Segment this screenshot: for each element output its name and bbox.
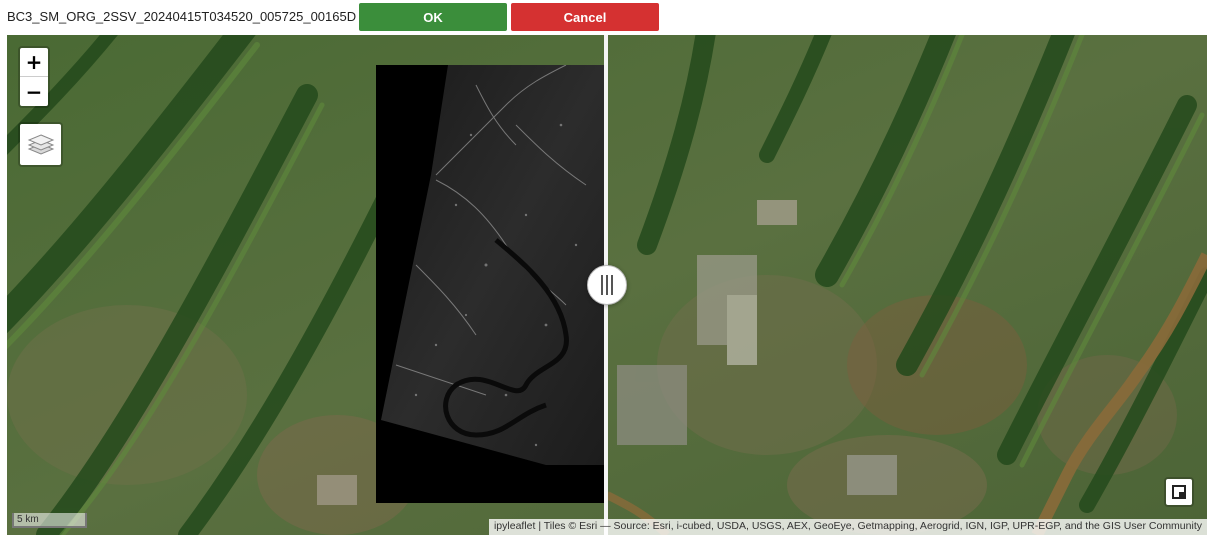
ok-button[interactable]: OK: [359, 3, 507, 31]
layers-control-button[interactable]: [18, 122, 63, 167]
fullscreen-icon: [1172, 485, 1186, 499]
split-handle[interactable]: [587, 265, 627, 305]
layers-icon: [27, 133, 54, 155]
cancel-button[interactable]: Cancel: [511, 3, 659, 31]
sar-imagery: [381, 65, 604, 465]
file-name-label: BC3_SM_ORG_2SSV_20240415T034520_005725_0…: [7, 9, 357, 24]
grip-icon: [601, 275, 613, 295]
scale-bar: 5 km: [12, 513, 87, 528]
fullscreen-button[interactable]: [1164, 477, 1194, 507]
sar-image-overlay: [376, 65, 604, 503]
zoom-out-button[interactable]: −: [20, 77, 48, 106]
zoom-in-button[interactable]: +: [20, 48, 48, 77]
toolbar: BC3_SM_ORG_2SSV_20240415T034520_005725_0…: [0, 0, 1215, 33]
map-attribution: ipyleaflet | Tiles © Esri — Source: Esri…: [488, 519, 1207, 535]
zoom-control: + −: [18, 46, 50, 108]
map-view[interactable]: + − 5 km ipyleaflet | Tiles © Esri — Sou…: [7, 35, 1207, 535]
